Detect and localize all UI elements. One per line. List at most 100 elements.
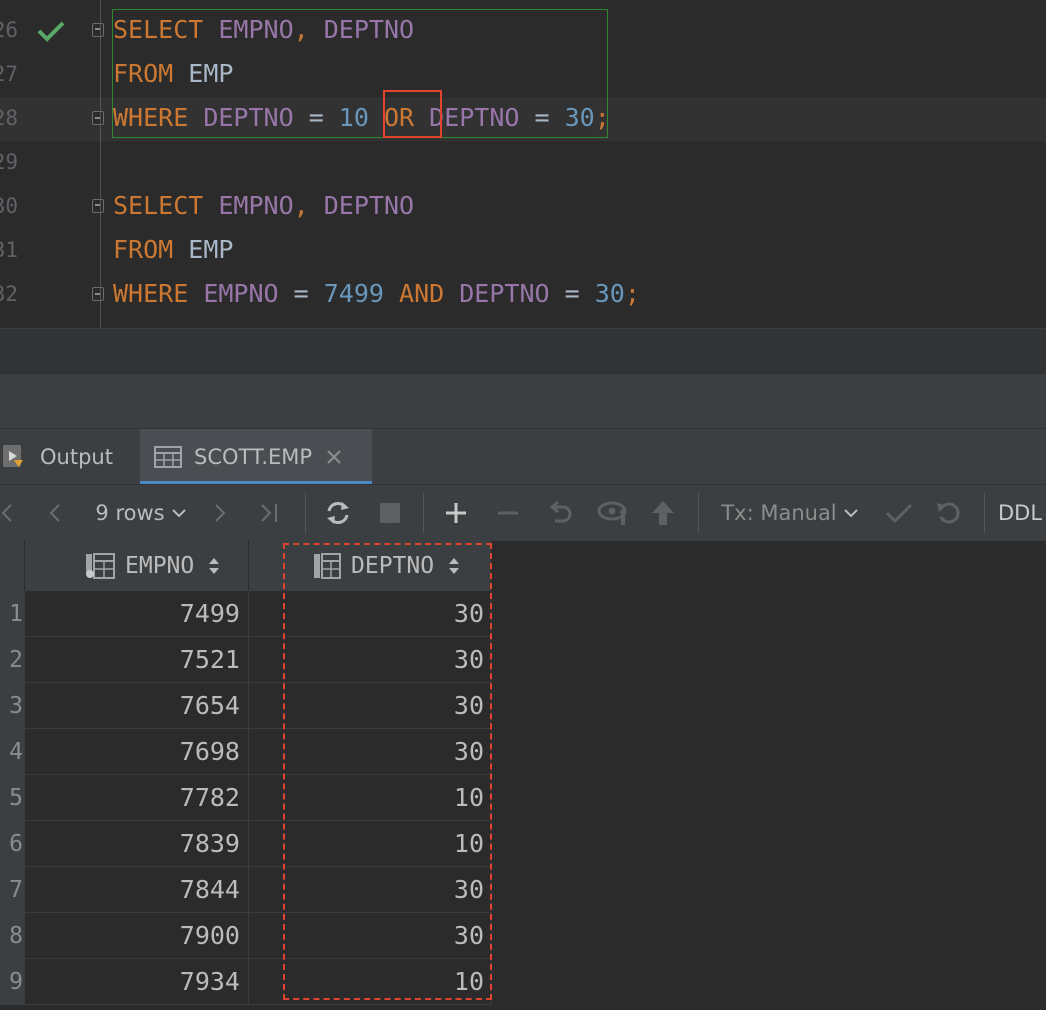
sort-icon[interactable] [208, 557, 220, 575]
cell-empno[interactable]: 7782 [25, 775, 249, 821]
sort-icon[interactable] [448, 557, 460, 575]
sql-editor[interactable]: 26 SELECT EMPNO, DEPTNO 27 FROM EMP 28 WHERE … [0, 0, 1046, 328]
commit-check-icon [885, 503, 913, 524]
line-number: 29 [0, 150, 18, 174]
stop-button[interactable] [374, 485, 406, 541]
cell-empno[interactable]: 7900 [25, 913, 249, 959]
cell-empno[interactable]: 7934 [25, 959, 249, 1005]
next-page-button[interactable] [205, 485, 235, 541]
cell-deptno[interactable]: 30 [249, 683, 492, 729]
code-text: SELECT EMPNO, DEPTNO [113, 190, 414, 222]
cell-deptno[interactable]: 10 [249, 821, 492, 867]
add-row-button[interactable] [438, 485, 474, 541]
column-header-deptno-label: DEPTNO [351, 553, 435, 579]
previous-page-button[interactable] [40, 485, 70, 541]
code-line[interactable]: 32 WHERE EMPNO = 7499 AND DEPTNO = 30; [0, 273, 1046, 317]
fold-start-icon[interactable] [92, 199, 104, 213]
table-row[interactable]: 6 7839 10 [0, 821, 492, 867]
transaction-mode-dropdown[interactable]: Tx: Manual [720, 485, 860, 541]
commit-button[interactable] [880, 485, 918, 541]
rows-count-dropdown[interactable]: 9 rows [86, 485, 196, 541]
submit-button[interactable] [646, 485, 680, 541]
code-line[interactable]: 29 [0, 141, 1046, 185]
view-query-button[interactable] [594, 485, 634, 541]
tab-scott-emp-label: SCOTT.EMP [194, 445, 313, 469]
row-number: 7 [0, 867, 25, 913]
first-page-button[interactable] [0, 485, 14, 541]
revert-button[interactable] [542, 485, 578, 541]
row-number-label: 4 [9, 739, 23, 765]
row-number: 1 [0, 591, 25, 637]
or-annotation-box [383, 90, 442, 138]
row-number-label: 6 [9, 831, 23, 857]
tab-output[interactable]: Output [0, 429, 130, 485]
editor-bottom-bar [0, 328, 1046, 375]
table-row[interactable]: 9 7934 10 [0, 959, 492, 1005]
code-line[interactable]: 30 SELECT EMPNO, DEPTNO [0, 185, 1046, 229]
toolbar-separator [305, 493, 306, 533]
panel-splitter[interactable] [0, 374, 1046, 428]
cell-deptno[interactable]: 30 [249, 913, 492, 959]
ddl-button[interactable]: DDL [998, 485, 1046, 541]
cell-empno[interactable]: 7654 [25, 683, 249, 729]
fold-end-icon[interactable] [92, 111, 104, 125]
code-token: = [549, 279, 595, 308]
line-number: 32 [0, 282, 18, 306]
table-row[interactable]: 3 7654 30 [0, 683, 492, 729]
line-number: 27 [0, 62, 18, 86]
tab-scott-emp[interactable]: SCOTT.EMP [140, 429, 372, 485]
cell-deptno[interactable]: 30 [249, 729, 492, 775]
column-header-empno[interactable]: EMPNO [25, 541, 249, 591]
code-text: WHERE EMPNO = 7499 AND DEPTNO = 30; [113, 278, 640, 310]
row-number: 2 [0, 637, 25, 683]
fold-start-icon[interactable] [92, 23, 104, 37]
code-token: 7499 [323, 279, 384, 308]
cell-empno[interactable]: 7698 [25, 729, 249, 775]
cell-deptno[interactable]: 10 [249, 959, 492, 1005]
code-token: EMP [173, 235, 234, 264]
close-tab-icon[interactable] [326, 449, 342, 465]
code-text: FROM EMP [113, 234, 233, 266]
rollback-button[interactable] [930, 485, 968, 541]
table-row[interactable]: 8 7900 30 [0, 913, 492, 959]
eye-up-icon [597, 501, 627, 525]
row-number: 9 [0, 959, 25, 1005]
stop-icon [380, 503, 400, 523]
refresh-button[interactable] [320, 485, 356, 541]
table-row[interactable]: 4 7698 30 [0, 729, 492, 775]
table-icon [154, 446, 182, 468]
code-token: DEPTNO [459, 279, 550, 308]
fold-end-icon[interactable] [92, 287, 104, 301]
code-token: WHERE [113, 279, 189, 308]
chevron-down-icon [171, 509, 186, 518]
chevron-left-icon [49, 504, 60, 522]
column-header-deptno[interactable]: DEPTNO [249, 541, 492, 591]
code-token: EMPNO [218, 191, 294, 220]
row-number: 8 [0, 913, 25, 959]
rows-count-label: 9 rows [95, 501, 165, 525]
line-number: 28 [0, 106, 18, 130]
minus-icon [498, 511, 518, 515]
table-row[interactable]: 7 7844 30 [0, 867, 492, 913]
cell-empno[interactable]: 7499 [25, 591, 249, 637]
cell-deptno[interactable]: 30 [249, 591, 492, 637]
row-number: 5 [0, 775, 25, 821]
cell-deptno[interactable]: 30 [249, 867, 492, 913]
cell-empno[interactable]: 7839 [25, 821, 249, 867]
code-token: , [293, 191, 324, 220]
gutter-divider [100, 0, 101, 328]
cell-deptno[interactable]: 30 [249, 637, 492, 683]
table-row[interactable]: 1 7499 30 [0, 591, 492, 637]
results-toolbar: 9 rows Tx: Manual DDL [0, 484, 1046, 542]
table-row[interactable]: 2 7521 30 [0, 637, 492, 683]
cell-empno[interactable]: 7844 [25, 867, 249, 913]
code-line[interactable]: 31 FROM EMP [0, 229, 1046, 273]
table-row[interactable]: 5 7782 10 [0, 775, 492, 821]
last-page-button[interactable] [252, 485, 286, 541]
code-token: AND [399, 279, 445, 308]
cell-deptno[interactable]: 10 [249, 775, 492, 821]
column-header-empno-label: EMPNO [125, 553, 195, 579]
cell-empno[interactable]: 7521 [25, 637, 249, 683]
delete-row-button[interactable] [490, 485, 526, 541]
